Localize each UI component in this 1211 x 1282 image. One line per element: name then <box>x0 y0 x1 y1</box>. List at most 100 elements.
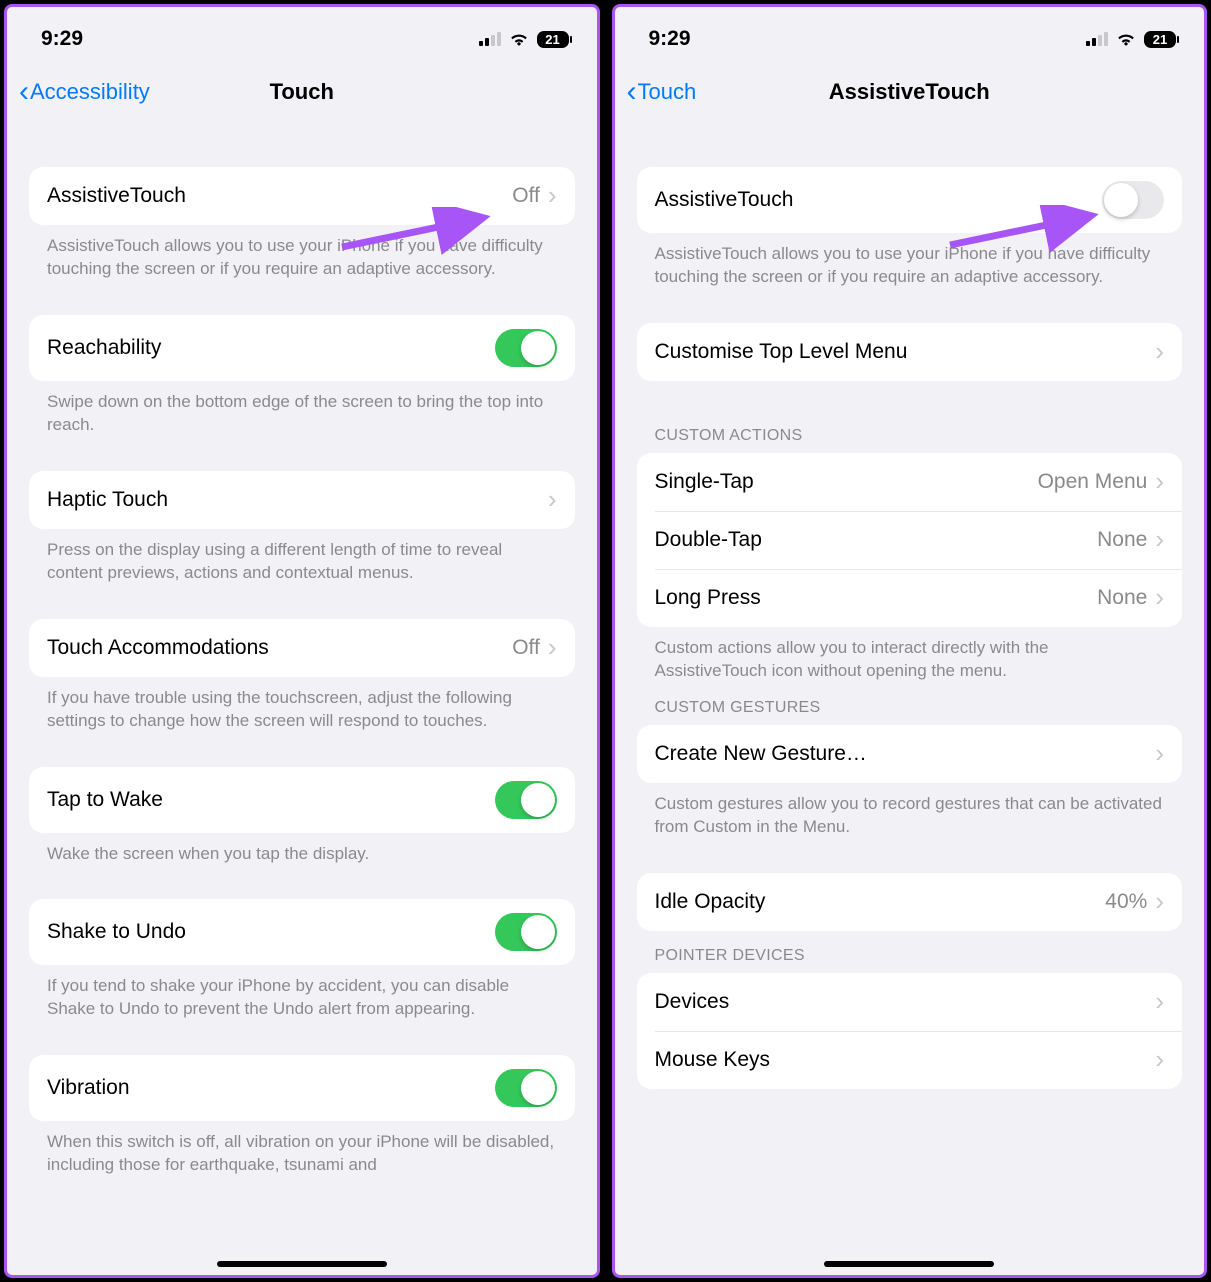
row-value: None <box>1097 586 1147 610</box>
row-double-tap[interactable]: Double-Tap None › <box>637 511 1183 569</box>
content-right[interactable]: AssistiveTouch AssistiveTouch allows you… <box>615 123 1205 1275</box>
row-taptowake[interactable]: Tap to Wake <box>29 767 575 833</box>
nav-bar: ‹ Accessibility Touch <box>7 63 597 123</box>
group-assistive: AssistiveTouch Off › <box>29 167 575 225</box>
toggle-reachability[interactable] <box>495 329 557 367</box>
group-reach: Reachability <box>29 315 575 381</box>
footer-shake: If you tend to shake your iPhone by acci… <box>29 965 575 1021</box>
footer-assistive: AssistiveTouch allows you to use your iP… <box>29 225 575 281</box>
chevron-left-icon: ‹ <box>627 80 637 104</box>
footer-haptic: Press on the display using a different l… <box>29 529 575 585</box>
row-vibration[interactable]: Vibration <box>29 1055 575 1121</box>
row-haptictouch[interactable]: Haptic Touch › <box>29 471 575 529</box>
chevron-left-icon: ‹ <box>19 80 29 104</box>
row-mouse-keys[interactable]: Mouse Keys › <box>637 1031 1183 1089</box>
status-bar: 9:29 21 <box>7 7 597 63</box>
row-value: None <box>1097 528 1147 552</box>
row-value: 40% <box>1105 890 1147 914</box>
toggle-shaketoundo[interactable] <box>495 913 557 951</box>
group-tapwake: Tap to Wake <box>29 767 575 833</box>
status-icons: 21 <box>1086 31 1176 48</box>
row-value: Off <box>512 636 540 660</box>
row-touchaccommodations[interactable]: Touch Accommodations Off › <box>29 619 575 677</box>
back-button[interactable]: ‹ Touch <box>627 79 697 105</box>
status-time: 9:29 <box>649 27 691 51</box>
content-left[interactable]: AssistiveTouch Off › AssistiveTouch allo… <box>7 123 597 1275</box>
footer-vibration: When this switch is off, all vibration o… <box>29 1121 575 1177</box>
back-label: Touch <box>638 79 697 105</box>
row-label: Customise Top Level Menu <box>655 340 1156 364</box>
group-accom: Touch Accommodations Off › <box>29 619 575 677</box>
group-custom-gestures: Create New Gesture… › <box>637 725 1183 783</box>
row-label: AssistiveTouch <box>655 188 1103 212</box>
status-time: 9:29 <box>41 27 83 51</box>
group-custom-actions: Single-Tap Open Menu › Double-Tap None ›… <box>637 453 1183 627</box>
row-assistivetouch[interactable]: AssistiveTouch Off › <box>29 167 575 225</box>
footer-assistive: AssistiveTouch allows you to use your iP… <box>637 233 1183 289</box>
row-label: Reachability <box>47 336 495 360</box>
footer-accom: If you have trouble using the touchscree… <box>29 677 575 733</box>
footer-custom-actions: Custom actions allow you to interact dir… <box>637 627 1183 683</box>
section-header-pointer: POINTER DEVICES <box>637 931 1183 973</box>
back-button[interactable]: ‹ Accessibility <box>19 79 150 105</box>
row-label: Double-Tap <box>655 528 1098 552</box>
page-title: AssistiveTouch <box>615 79 1205 105</box>
row-customise-menu[interactable]: Customise Top Level Menu › <box>637 323 1183 381</box>
section-header-custom-actions: CUSTOM ACTIONS <box>637 411 1183 453</box>
group-haptic: Haptic Touch › <box>29 471 575 529</box>
row-assistivetouch-toggle[interactable]: AssistiveTouch <box>637 167 1183 233</box>
row-label: Haptic Touch <box>47 488 548 512</box>
phone-right: 9:29 21 ‹ Touch AssistiveTouch Assistive… <box>612 4 1208 1278</box>
status-bar: 9:29 21 <box>615 7 1205 63</box>
chevron-right-icon: › <box>548 640 557 656</box>
battery-icon: 21 <box>537 31 569 48</box>
home-indicator <box>217 1261 387 1267</box>
nav-bar: ‹ Touch AssistiveTouch <box>615 63 1205 123</box>
group-assistive-main: AssistiveTouch <box>637 167 1183 233</box>
footer-tapwake: Wake the screen when you tap the display… <box>29 833 575 866</box>
row-shaketoundo[interactable]: Shake to Undo <box>29 899 575 965</box>
row-label: Idle Opacity <box>655 890 1106 914</box>
battery-icon: 21 <box>1144 31 1176 48</box>
group-shake: Shake to Undo <box>29 899 575 965</box>
toggle-assistivetouch[interactable] <box>1102 181 1164 219</box>
row-long-press[interactable]: Long Press None › <box>637 569 1183 627</box>
row-reachability[interactable]: Reachability <box>29 315 575 381</box>
section-header-custom-gestures: CUSTOM GESTURES <box>637 683 1183 725</box>
wifi-icon <box>508 31 530 47</box>
group-idle: Idle Opacity 40% › <box>637 873 1183 931</box>
row-create-gesture[interactable]: Create New Gesture… › <box>637 725 1183 783</box>
footer-custom-gestures: Custom gestures allow you to record gest… <box>637 783 1183 839</box>
chevron-right-icon: › <box>1155 532 1164 548</box>
group-vibration: Vibration <box>29 1055 575 1121</box>
chevron-right-icon: › <box>1155 344 1164 360</box>
chevron-right-icon: › <box>548 492 557 508</box>
row-label: Shake to Undo <box>47 920 495 944</box>
row-devices[interactable]: Devices › <box>637 973 1183 1031</box>
row-label: Mouse Keys <box>655 1048 1156 1072</box>
toggle-vibration[interactable] <box>495 1069 557 1107</box>
row-single-tap[interactable]: Single-Tap Open Menu › <box>637 453 1183 511</box>
row-label: Devices <box>655 990 1156 1014</box>
row-value: Off <box>512 184 540 208</box>
chevron-right-icon: › <box>1155 474 1164 490</box>
row-label: Touch Accommodations <box>47 636 512 660</box>
phone-left: 9:29 21 ‹ Accessibility Touch AssistiveT… <box>4 4 600 1278</box>
toggle-taptowake[interactable] <box>495 781 557 819</box>
status-icons: 21 <box>479 31 569 48</box>
chevron-right-icon: › <box>1155 994 1164 1010</box>
chevron-right-icon: › <box>548 188 557 204</box>
group-customise: Customise Top Level Menu › <box>637 323 1183 381</box>
row-label: Single-Tap <box>655 470 1038 494</box>
group-pointer: Devices › Mouse Keys › <box>637 973 1183 1089</box>
row-label: AssistiveTouch <box>47 184 512 208</box>
home-indicator <box>824 1261 994 1267</box>
chevron-right-icon: › <box>1155 894 1164 910</box>
row-value: Open Menu <box>1038 470 1148 494</box>
chevron-right-icon: › <box>1155 1052 1164 1068</box>
cellular-icon <box>479 32 501 46</box>
row-idle-opacity[interactable]: Idle Opacity 40% › <box>637 873 1183 931</box>
back-label: Accessibility <box>30 79 150 105</box>
row-label: Vibration <box>47 1076 495 1100</box>
row-label: Tap to Wake <box>47 788 495 812</box>
